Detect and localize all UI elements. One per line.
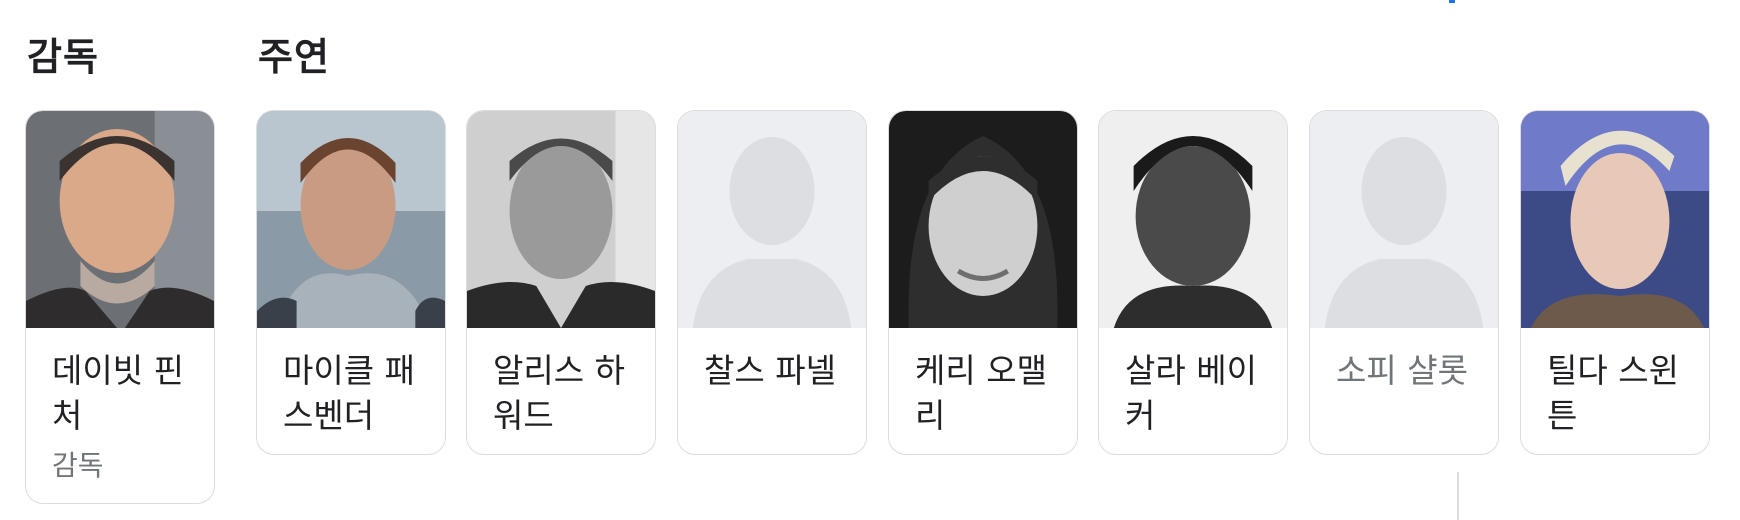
person-placeholder-icon [1310,111,1498,328]
scroll-divider [1457,472,1459,520]
person-name: 틸다 스윈튼 [1547,351,1679,435]
director-card[interactable]: 데이빗 핀처 감독 [25,110,215,504]
cast-card[interactable]: 찰스 파넬 [677,110,867,455]
person-photo [889,111,1077,328]
person-name: 알리스 하워드 [493,351,625,435]
person-photo [1099,111,1287,328]
person-photo [26,111,214,328]
person-name: 살라 베이커 [1125,351,1257,435]
cast-card[interactable]: 소피 샬롯 [1309,110,1499,455]
person-photo [467,111,655,328]
top-accent-line [1449,0,1455,3]
person-name: 소피 샬롯 [1336,351,1468,390]
cast-card[interactable]: 알리스 하워드 [466,110,656,455]
person-name: 케리 오맬리 [915,351,1047,435]
person-name: 찰스 파넬 [704,351,836,390]
cast-section-title: 주연 [258,35,330,79]
cast-card[interactable]: 케리 오맬리 [888,110,1078,455]
person-photo [257,111,445,328]
person-role: 감독 [52,449,104,482]
director-section-title: 감독 [27,35,99,79]
cast-card[interactable]: 틸다 스윈튼 [1520,110,1710,455]
person-photo [1521,111,1709,328]
cast-card[interactable]: 마이클 패스벤더 [256,110,446,455]
person-name: 데이빗 핀처 [52,351,184,435]
person-placeholder-icon [678,111,866,328]
cast-card[interactable]: 살라 베이커 [1098,110,1288,455]
person-name: 마이클 패스벤더 [283,351,415,435]
